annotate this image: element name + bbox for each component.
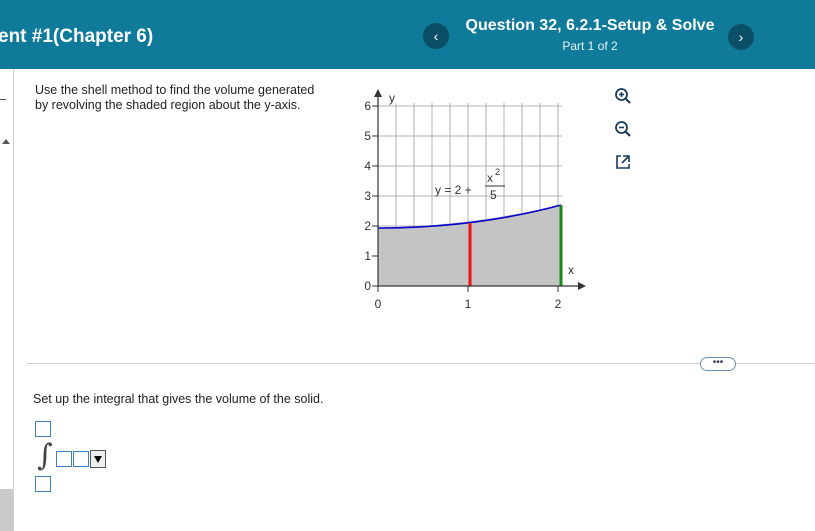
zoom-out-icon[interactable]	[613, 119, 633, 139]
problem-line-2: by revolving the shaded region about the…	[35, 98, 301, 112]
problem-line-1: Use the shell method to find the volume …	[35, 83, 315, 97]
equation-numerator: x	[487, 171, 493, 185]
scroll-up-arrow-icon[interactable]	[2, 139, 10, 144]
lower-limit-input[interactable]	[35, 476, 51, 492]
region-graph: 0 1 2 3 4 5 6 0 1 2 y x y = 2 + x 2 5	[364, 89, 586, 311]
assignment-title: ent #1(Chapter 6)	[0, 26, 154, 47]
y-axis-label: y	[389, 91, 395, 105]
x-tick-1: 1	[465, 297, 472, 311]
y-tick-1: 1	[364, 249, 371, 263]
equation-exponent: 2	[495, 167, 500, 177]
problem-statement: Use the shell method to find the volume …	[35, 83, 335, 113]
scrollbar-thumb[interactable]	[0, 489, 13, 531]
next-question-button[interactable]: ›	[728, 24, 754, 50]
equation-left: y = 2 +	[435, 183, 472, 197]
left-panel-marker	[0, 99, 6, 100]
dropdown-arrow-icon	[94, 456, 102, 463]
y-tick-0: 0	[364, 279, 371, 293]
section-divider	[27, 363, 815, 364]
x-axis-label: x	[568, 263, 574, 277]
differential-input[interactable]	[73, 451, 89, 467]
equation-denominator: 5	[490, 188, 497, 202]
question-title: Question 32, 6.2.1-Setup & Solve	[465, 17, 715, 34]
setup-instruction: Set up the integral that gives the volum…	[33, 392, 324, 406]
y-tick-3: 3	[364, 189, 371, 203]
x-tick-0: 0	[375, 297, 382, 311]
upper-limit-input[interactable]	[35, 421, 51, 437]
y-tick-5: 5	[364, 129, 371, 143]
y-tick-4: 4	[364, 159, 371, 173]
variable-dropdown[interactable]	[90, 450, 106, 468]
popout-icon[interactable]	[613, 152, 633, 172]
question-part: Part 1 of 2	[562, 39, 618, 53]
zoom-in-icon[interactable]	[613, 86, 633, 106]
integrand-input[interactable]	[56, 451, 72, 467]
x-axis-arrow-icon	[578, 282, 586, 290]
integral-symbol: ∫	[37, 438, 53, 473]
left-panel-border	[13, 69, 14, 531]
question-header: ent #1(Chapter 6) ‹ Question 32, 6.2.1-S…	[0, 0, 815, 69]
y-tick-2: 2	[364, 219, 371, 233]
y-tick-6: 6	[364, 99, 371, 113]
x-tick-2: 2	[555, 297, 562, 311]
y-axis-arrow-icon	[374, 89, 382, 97]
more-options-button[interactable]: •••	[700, 357, 736, 371]
